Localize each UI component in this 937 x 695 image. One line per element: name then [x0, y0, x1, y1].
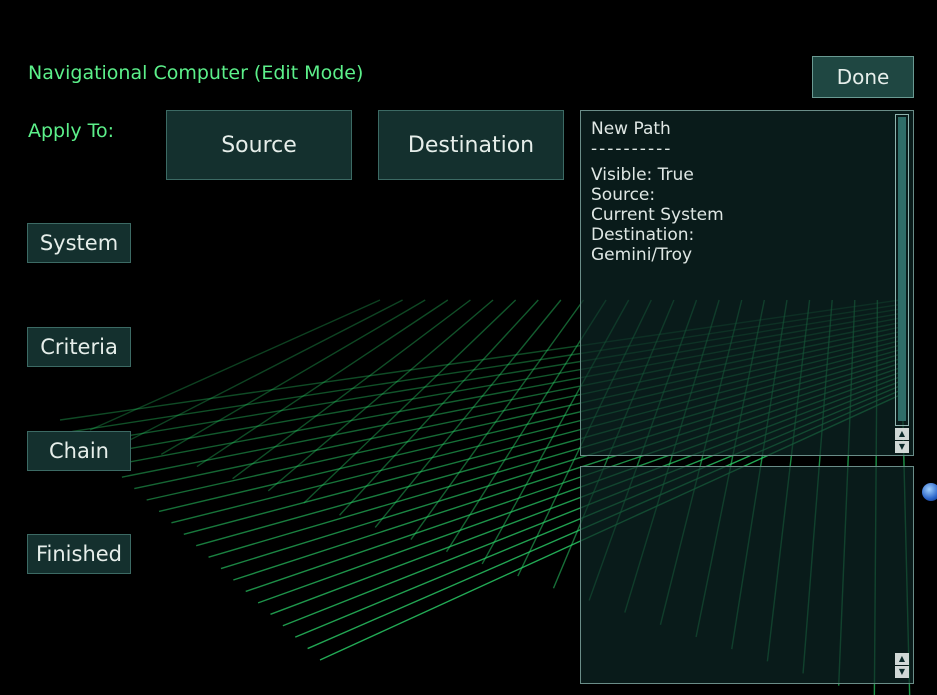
- scroll-down-icon[interactable]: ▼: [895, 441, 909, 453]
- finished-button[interactable]: Finished: [27, 534, 131, 574]
- grid-line: [125, 299, 403, 443]
- source-value: Current System: [591, 205, 724, 225]
- chain-button[interactable]: Chain: [27, 431, 131, 471]
- scroll-down-icon[interactable]: ▼: [895, 666, 909, 678]
- screen-title: Navigational Computer (Edit Mode): [28, 62, 364, 84]
- destination-value: Gemini/Troy: [591, 245, 693, 265]
- info-scroll-thumb[interactable]: [898, 117, 906, 421]
- criteria-button[interactable]: Criteria: [27, 327, 131, 367]
- info-scrollbar[interactable]: [895, 114, 909, 426]
- source-button[interactable]: Source: [166, 110, 352, 180]
- source-label: Source:: [591, 185, 656, 205]
- system-button[interactable]: System: [27, 223, 131, 263]
- path-info-text: New Path ---------- Visible: True Source…: [591, 119, 724, 265]
- path-title: New Path: [591, 119, 671, 139]
- visible-status: Visible: True: [591, 165, 694, 185]
- apply-to-label: Apply To:: [28, 120, 115, 142]
- scroll-up-icon[interactable]: ▲: [895, 428, 909, 440]
- path-info-panel: New Path ---------- Visible: True Source…: [580, 110, 914, 456]
- grid-line: [410, 299, 585, 540]
- scroll-up-icon[interactable]: ▲: [895, 653, 909, 665]
- done-button[interactable]: Done: [812, 56, 914, 98]
- destination-button[interactable]: Destination: [378, 110, 564, 180]
- planet-icon: [922, 483, 937, 501]
- path-separator: ----------: [591, 139, 673, 159]
- destination-label: Destination:: [591, 225, 695, 245]
- nav-computer-screen: Navigational Computer (Edit Mode) Done A…: [0, 0, 937, 695]
- lower-list-panel: ▲ ▼: [580, 466, 914, 684]
